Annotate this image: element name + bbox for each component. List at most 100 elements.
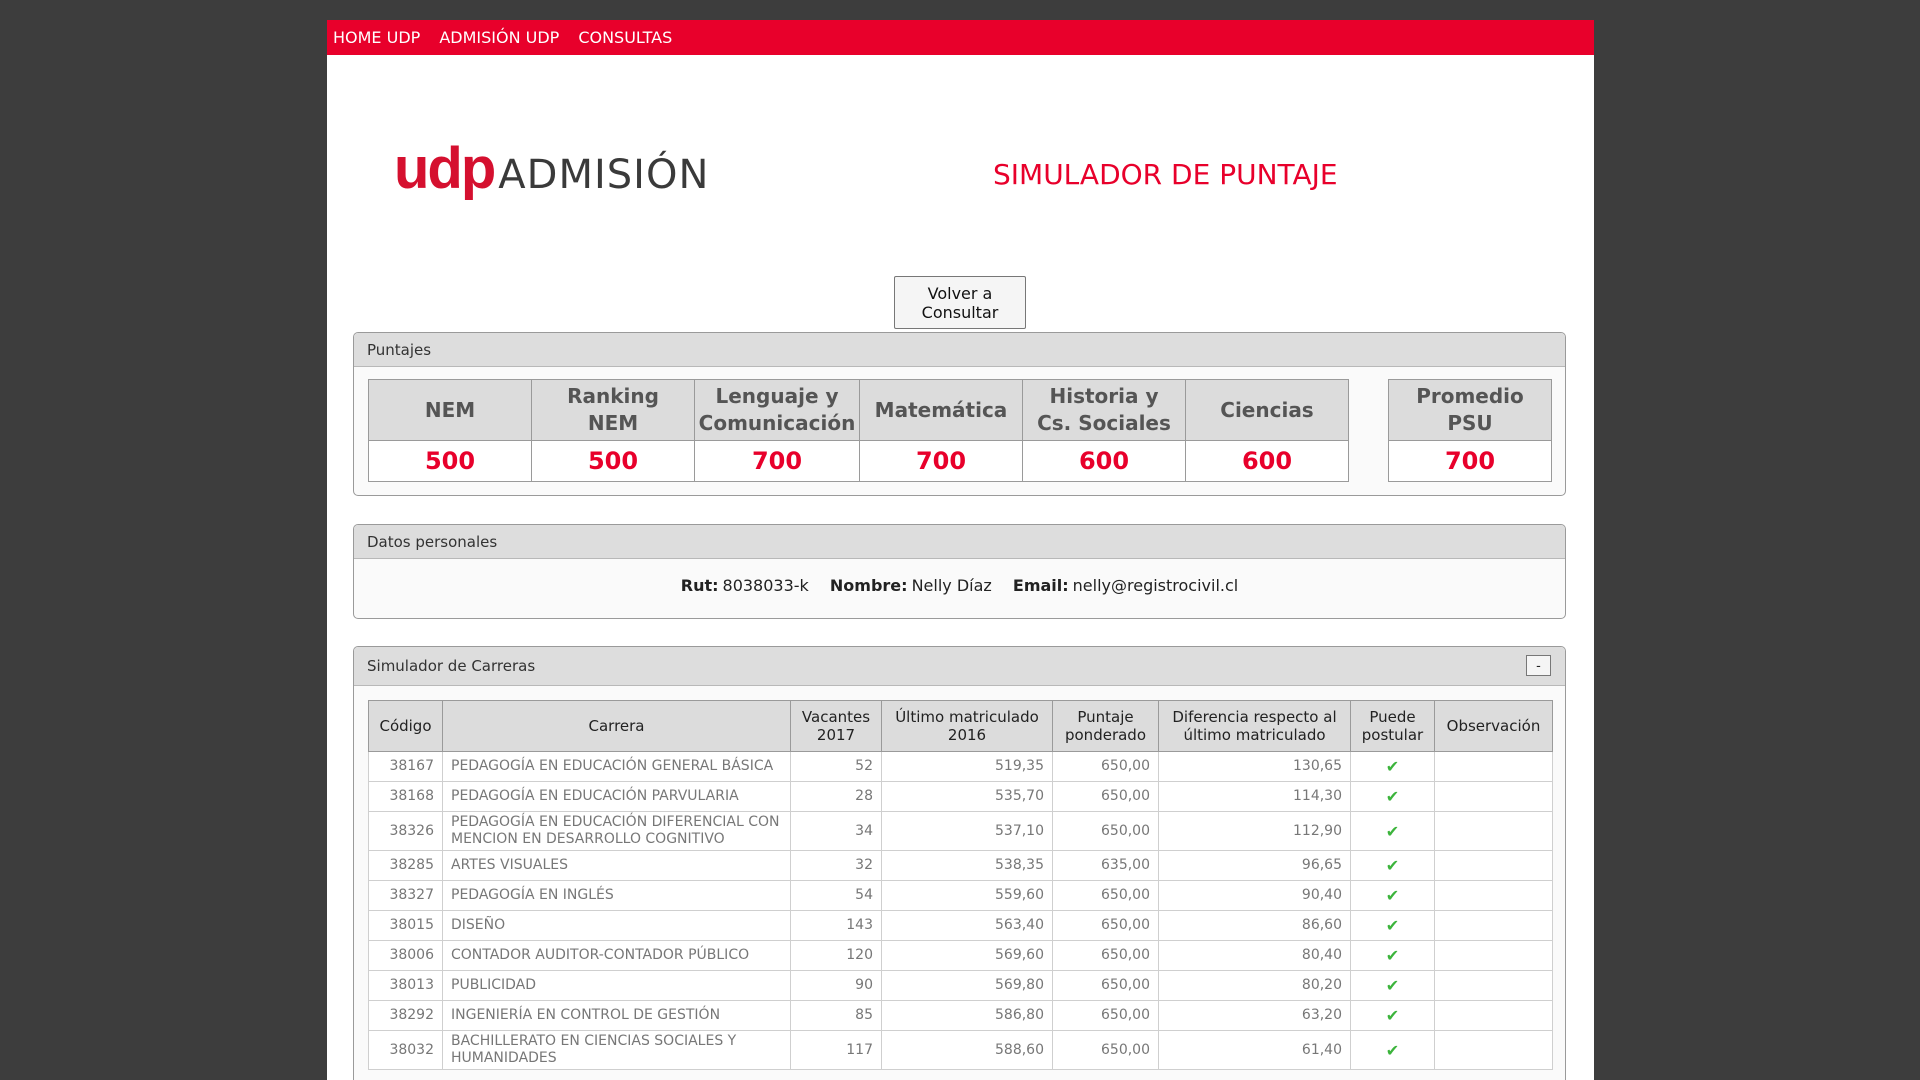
cell-diferencia: 90,40 [1158, 880, 1351, 911]
cell-codigo: 38015 [368, 910, 443, 941]
collapse-toggle-button[interactable]: - [1526, 655, 1551, 676]
volver-a-consultar-button[interactable]: Volver a Consultar [894, 276, 1026, 329]
score-label-matematica: Matemática [859, 379, 1023, 441]
cell-vacantes: 120 [790, 940, 882, 971]
cell-puntaje: 650,00 [1052, 970, 1159, 1001]
puntajes-panel: Puntajes NEM Ranking NEM Lenguaje y Comuni… [353, 332, 1566, 496]
score-value-lenguaje: 700 [694, 440, 860, 482]
cell-puede-postular: ✔ [1350, 1030, 1435, 1070]
nav-admision-udp[interactable]: ADMISIÓN UDP [439, 28, 559, 47]
check-icon: ✔ [1385, 1006, 1400, 1025]
cell-puede-postular: ✔ [1350, 1000, 1435, 1031]
nav-home-udp[interactable]: HOME UDP [333, 28, 420, 47]
check-icon: ✔ [1385, 787, 1400, 806]
datos-personales-header: Datos personales [354, 525, 1565, 559]
cell-vacantes: 117 [790, 1030, 882, 1070]
check-icon: ✔ [1385, 946, 1400, 965]
cell-carrera: CONTADOR AUDITOR-CONTADOR PÚBLICO [442, 940, 791, 971]
cell-ultimo: 563,40 [881, 910, 1053, 941]
cell-ultimo: 586,80 [881, 1000, 1053, 1031]
score-label-ciencias: Ciencias [1185, 379, 1349, 441]
careers-header-row: Código Carrera Vacantes 2017 Último matricul… [368, 700, 1553, 752]
puntajes-header: Puntajes [354, 333, 1565, 367]
email-value: nelly@registrocivil.cl [1072, 576, 1239, 595]
cell-ultimo: 519,35 [881, 751, 1053, 782]
cell-ultimo: 538,35 [881, 850, 1053, 881]
cell-puntaje: 650,00 [1052, 811, 1159, 851]
table-row: 38167 PEDAGOGÍA EN EDUCACIÓN GENERAL BÁSI… [368, 751, 1553, 782]
score-value-historia: 600 [1022, 440, 1186, 482]
cell-diferencia: 114,30 [1158, 781, 1351, 812]
cell-observacion [1434, 1030, 1553, 1070]
simulador-carreras-panel: Simulador de Carreras - Código Carrera Vac… [353, 646, 1566, 1080]
cell-ultimo: 535,70 [881, 781, 1053, 812]
col-header-vacantes: Vacantes 2017 [790, 700, 882, 752]
cell-diferencia: 80,40 [1158, 940, 1351, 971]
score-label-ranking: Ranking NEM [531, 379, 695, 441]
cell-observacion [1434, 811, 1553, 851]
cell-diferencia: 96,65 [1158, 850, 1351, 881]
volver-label-line2: Consultar [921, 302, 999, 322]
cell-observacion [1434, 1000, 1553, 1031]
table-row: 38292 INGENIERÍA EN CONTROL DE GESTIÓN 85 5… [368, 1000, 1553, 1031]
udp-admision-logo: udp ADMISIÓN [394, 135, 709, 202]
cell-carrera: INGENIERÍA EN CONTROL DE GESTIÓN [442, 1000, 791, 1031]
cell-diferencia: 86,60 [1158, 910, 1351, 941]
check-icon: ✔ [1385, 821, 1400, 841]
email-label: Email: [1012, 576, 1069, 595]
score-label-promedio: Promedio PSU [1388, 379, 1552, 441]
cell-puntaje: 635,00 [1052, 850, 1159, 881]
personal-info: Rut: 8038033-k Nombre: Nelly Díaz Email: ne… [354, 576, 1565, 595]
cell-ultimo: 537,10 [881, 811, 1053, 851]
cell-observacion [1434, 970, 1553, 1001]
table-row: 38006 CONTADOR AUDITOR-CONTADOR PÚBLICO 12… [368, 940, 1553, 971]
cell-observacion [1434, 880, 1553, 911]
cell-codigo: 38167 [368, 751, 443, 782]
cell-puntaje: 650,00 [1052, 1030, 1159, 1070]
simulador-header: Simulador de Carreras - [354, 647, 1565, 686]
col-header-puede: Puede postular [1350, 700, 1435, 752]
col-header-diferencia: Diferencia respecto al último matriculado [1158, 700, 1351, 752]
cell-carrera: ARTES VISUALES [442, 850, 791, 881]
score-value-ciencias: 600 [1185, 440, 1349, 482]
cell-vacantes: 90 [790, 970, 882, 1001]
check-icon: ✔ [1385, 856, 1400, 875]
cell-vacantes: 32 [790, 850, 882, 881]
cell-puede-postular: ✔ [1350, 970, 1435, 1001]
cell-ultimo: 569,60 [881, 940, 1053, 971]
cell-vacantes: 52 [790, 751, 882, 782]
cell-diferencia: 63,20 [1158, 1000, 1351, 1031]
cell-observacion [1434, 781, 1553, 812]
nav-consultas[interactable]: CONSULTAS [578, 28, 672, 47]
nombre-label: Nombre: [829, 576, 908, 595]
careers-table: Código Carrera Vacantes 2017 Último matricul… [368, 700, 1553, 1070]
score-label-historia: Historia y Cs. Sociales [1022, 379, 1186, 441]
cell-codigo: 38013 [368, 970, 443, 1001]
cell-vacantes: 34 [790, 811, 882, 851]
cell-codigo: 38006 [368, 940, 443, 971]
rut-value: 8038033-k [722, 576, 809, 595]
score-value-promedio: 700 [1388, 440, 1552, 482]
header: udp ADMISIÓN SIMULADOR DE PUNTAJE [327, 55, 1594, 275]
cell-observacion [1434, 910, 1553, 941]
nombre-value: Nelly Díaz [911, 576, 992, 595]
cell-observacion [1434, 751, 1553, 782]
cell-codigo: 38032 [368, 1030, 443, 1070]
check-icon: ✔ [1385, 757, 1400, 776]
top-nav: HOME UDP ADMISIÓN UDP CONSULTAS [327, 20, 1594, 55]
cell-codigo: 38326 [368, 811, 443, 851]
cell-carrera: PEDAGOGÍA EN EDUCACIÓN GENERAL BÁSICA [442, 751, 791, 782]
logo-admision: ADMISIÓN [498, 152, 710, 198]
table-row: 38168 PEDAGOGÍA EN EDUCACIÓN PARVULARIA 28… [368, 781, 1553, 812]
table-row: 38015 DISEÑO 143 563,40 650,00 86,60 ✔ [368, 910, 1553, 941]
careers-body: 38167 PEDAGOGÍA EN EDUCACIÓN GENERAL BÁSI… [368, 751, 1553, 1070]
cell-vacantes: 54 [790, 880, 882, 911]
table-row: 38327 PEDAGOGÍA EN INGLÉS 54 559,60 650,00 90… [368, 880, 1553, 911]
cell-carrera: DISEÑO [442, 910, 791, 941]
rut-label: Rut: [680, 576, 719, 595]
cell-carrera: PEDAGOGÍA EN EDUCACIÓN DIFERENCIAL CON ME… [442, 811, 791, 851]
logo-udp: udp [394, 136, 496, 201]
score-label-nem: NEM [368, 379, 532, 441]
cell-codigo: 38168 [368, 781, 443, 812]
cell-puede-postular: ✔ [1350, 880, 1435, 911]
